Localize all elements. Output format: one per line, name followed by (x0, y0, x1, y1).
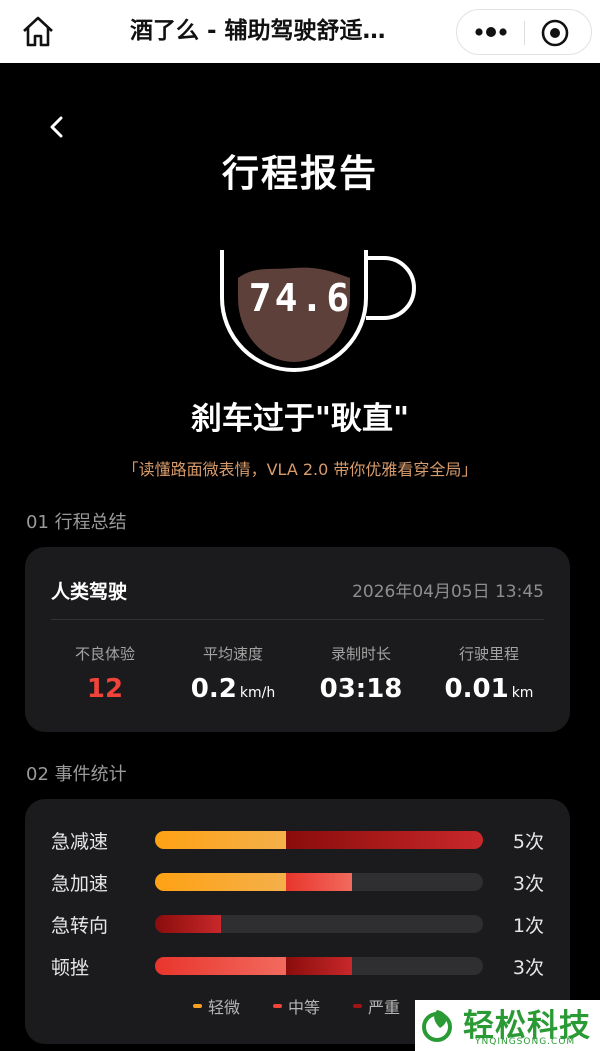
event-bar-segment-severe (155, 915, 221, 933)
app-title: 酒了么 - 辅助驾驶舒适… (130, 18, 386, 44)
event-bar-segment-mild (155, 831, 287, 849)
drive-mode-label: 人类驾驶 (51, 581, 128, 603)
event-label: 急减速 (51, 831, 109, 853)
event-label: 急加速 (51, 873, 109, 895)
page-title: 行程报告 (222, 152, 378, 195)
more-dots-icon[interactable] (471, 19, 511, 45)
legend-item-mild: 轻微 (193, 994, 240, 1018)
miniprogram-close-icon[interactable] (539, 17, 571, 49)
section-title-events: 02 事件统计 (26, 764, 127, 785)
event-bar-segment-severe (286, 957, 352, 975)
stat-unit: km (511, 685, 534, 701)
capsule-menu (456, 9, 592, 55)
stat-label: 行驶里程 (458, 645, 519, 663)
chevron-left-icon[interactable] (44, 113, 70, 141)
score-value: 74.6 (248, 276, 353, 320)
stat-value: 12 (86, 674, 124, 704)
event-bar (155, 957, 483, 975)
event-bar-segment-severe (286, 831, 483, 849)
stat-label: 平均速度 (202, 645, 263, 663)
capsule-divider (524, 21, 525, 45)
stat-record-duration: 录制时长 03:18 (296, 643, 426, 704)
trip-summary-card: 人类驾驶 2026年04月05日 13:45 不良体验 12 平均速度 0.2 k… (25, 547, 570, 732)
stat-value: 0.2 km/h (190, 674, 276, 704)
event-bar-segment-medium (155, 957, 287, 975)
stat-unit: km/h (239, 685, 276, 701)
legend-item-severe: 严重 (353, 994, 400, 1018)
event-bar (155, 873, 483, 891)
event-label: 顿挫 (51, 957, 90, 979)
legend-swatch (273, 1004, 282, 1008)
event-count: 1次 (512, 915, 544, 937)
stat-mileage: 行驶里程 0.01 km (424, 643, 554, 704)
stat-value: 03:18 (319, 674, 403, 704)
card-divider (51, 619, 544, 620)
event-label: 急转向 (51, 915, 109, 937)
legend-item-medium: 中等 (273, 994, 320, 1018)
event-bar-segment-mild (155, 873, 287, 891)
home-icon[interactable] (20, 14, 56, 48)
stat-label: 不良体验 (74, 645, 135, 663)
event-bar (155, 915, 483, 933)
legend-swatch (193, 1004, 202, 1008)
watermark-subtitle: YNQINGSONG.COM (475, 1037, 576, 1047)
watermark-logo: 轻松科技 YNQINGSONG.COM (415, 1000, 600, 1051)
legend-swatch (353, 1004, 362, 1008)
event-count: 3次 (512, 957, 544, 979)
stat-bad-experience: 不良体验 12 (40, 643, 170, 704)
slogan-text: 「读懂路面微表情，VLA 2.0 带你优雅看穿全局」 (122, 460, 478, 479)
stat-value: 0.01 km (444, 674, 534, 704)
mini-program-nav-bar: 酒了么 - 辅助驾驶舒适… (0, 0, 600, 63)
event-bar (155, 831, 483, 849)
trip-datetime: 2026年04月05日 13:45 (352, 582, 544, 602)
stat-label: 录制时长 (330, 645, 391, 663)
section-title-summary: 01 行程总结 (26, 512, 127, 533)
leaf-logo-icon (420, 1006, 456, 1044)
event-count: 3次 (512, 873, 544, 895)
event-count: 5次 (512, 831, 544, 853)
stat-average-speed: 平均速度 0.2 km/h (168, 643, 298, 704)
event-bar-segment-medium (286, 873, 352, 891)
score-verdict: 刹车过于"耿直" (190, 401, 410, 437)
